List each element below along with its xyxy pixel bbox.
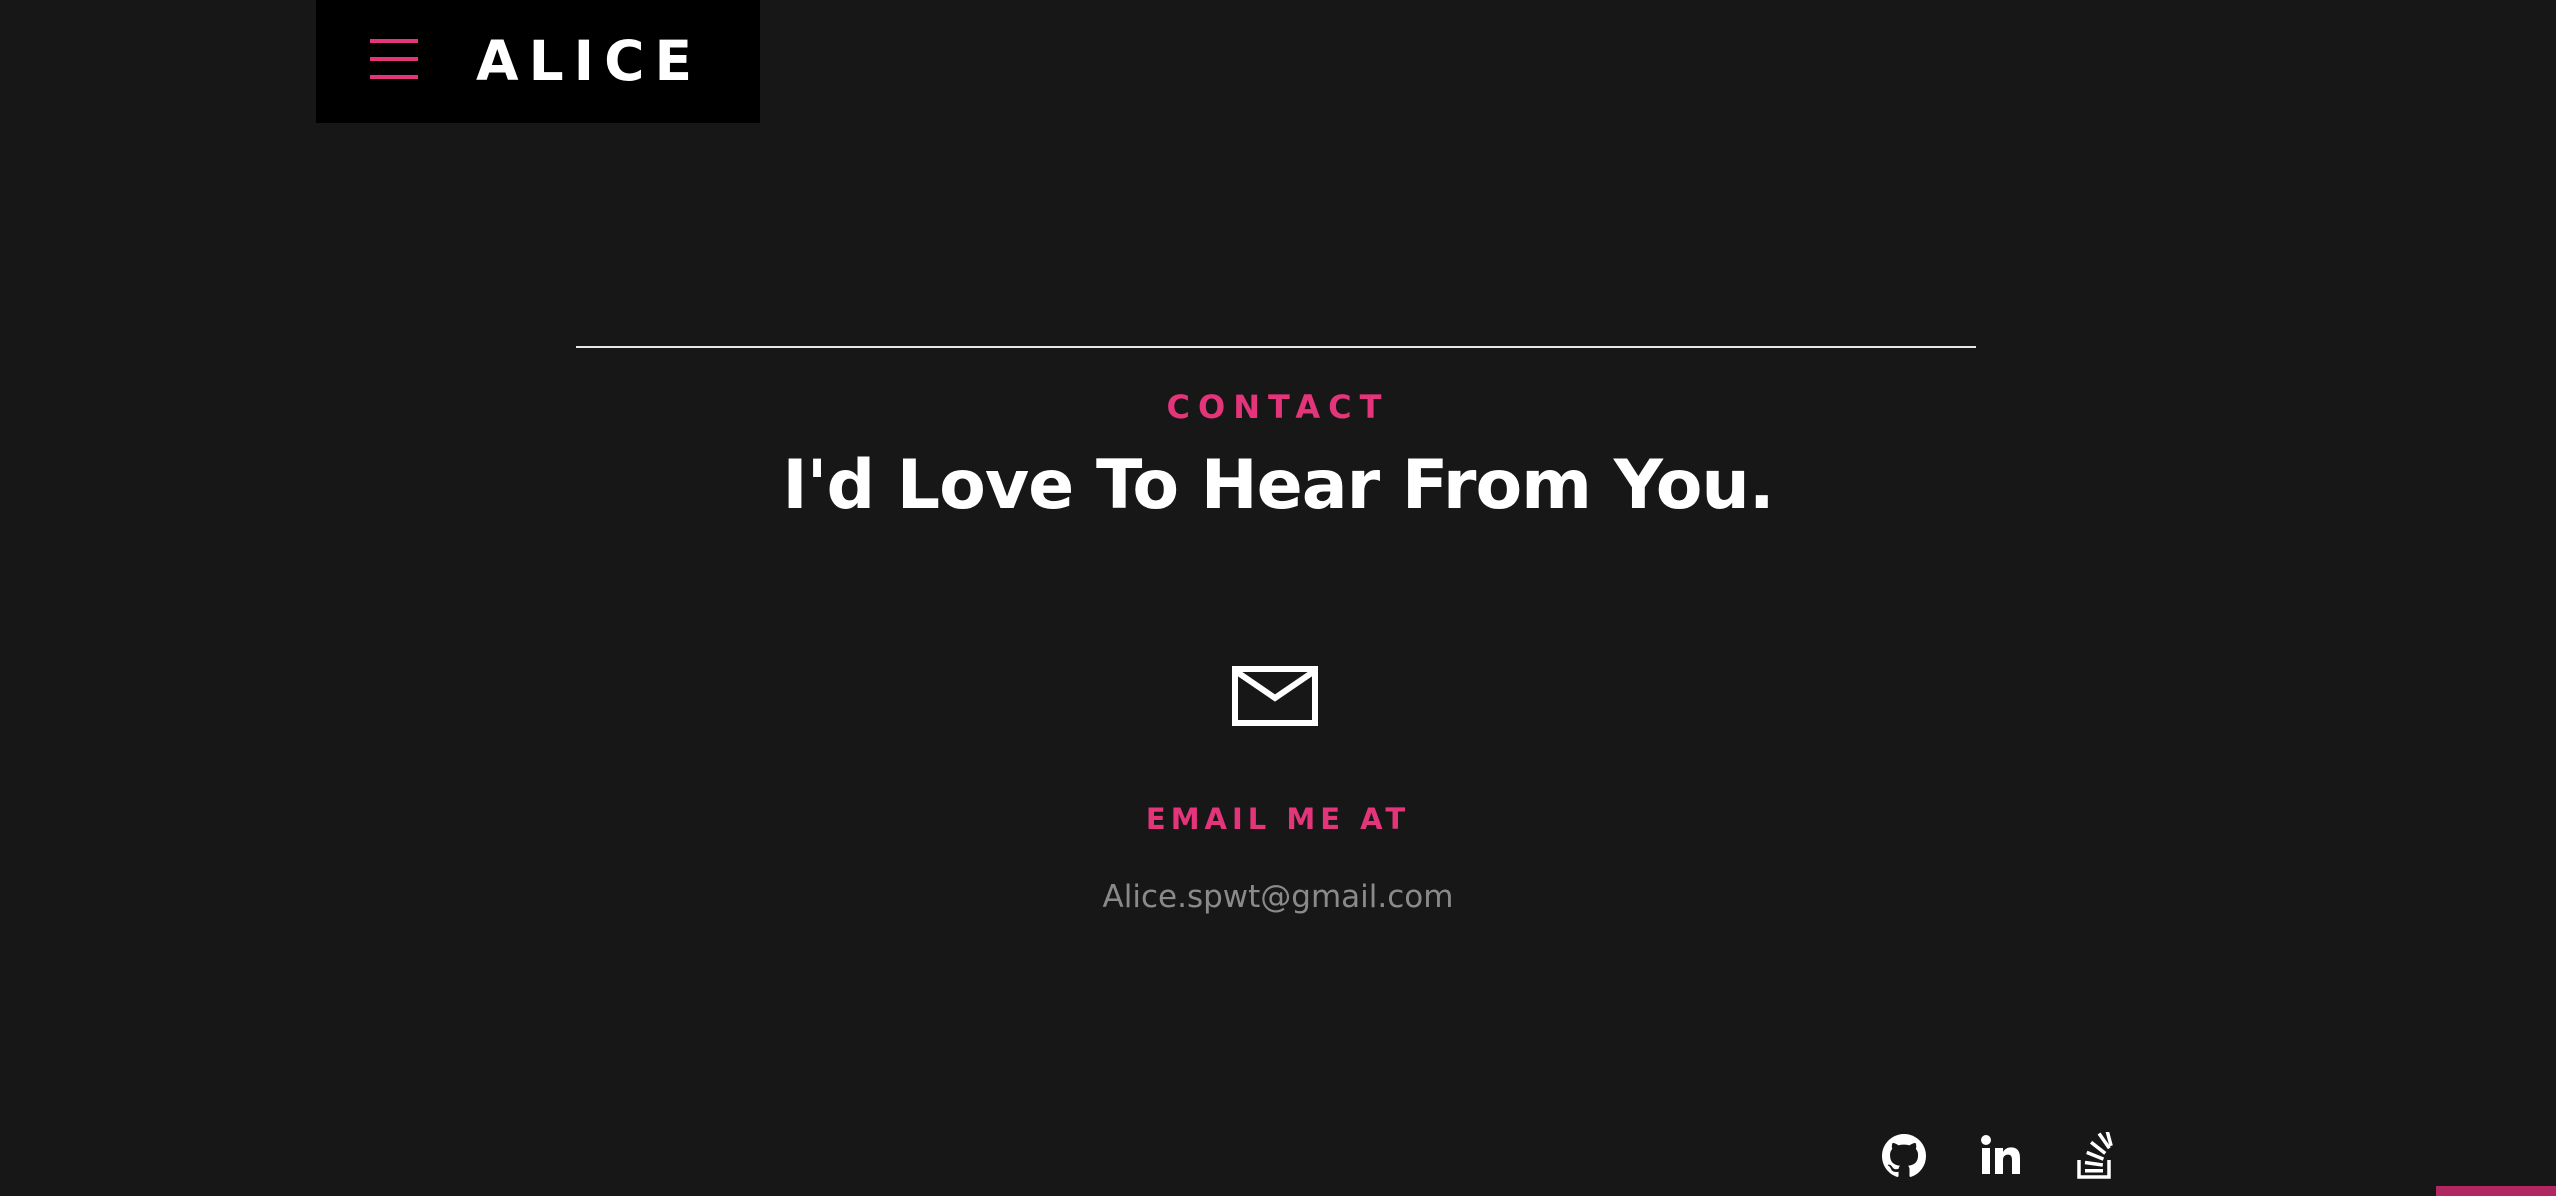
linkedin-icon[interactable] (1980, 1132, 2022, 1180)
stackoverflow-icon[interactable] (2076, 1132, 2114, 1180)
scroll-to-top-button[interactable] (2436, 1186, 2556, 1196)
email-label: EMAIL ME AT (1145, 802, 1411, 836)
site-header: ALICE (316, 0, 760, 123)
github-icon[interactable] (1882, 1132, 1926, 1180)
envelope-icon (1232, 666, 1318, 726)
menu-bar (370, 57, 418, 61)
menu-bar (370, 39, 418, 43)
section-divider (576, 346, 1976, 348)
section-label: CONTACT (1166, 388, 1390, 426)
menu-bar (370, 75, 418, 79)
page-title: I'd Love To Hear From You. (782, 446, 1774, 525)
site-logo[interactable]: ALICE (476, 28, 702, 94)
email-link[interactable]: Alice.spwt@gmail.com (0, 876, 2556, 918)
contact-page: ALICE CONTACT I'd Love To Hear From You.… (0, 0, 2556, 1196)
hamburger-menu-icon[interactable] (370, 35, 424, 81)
